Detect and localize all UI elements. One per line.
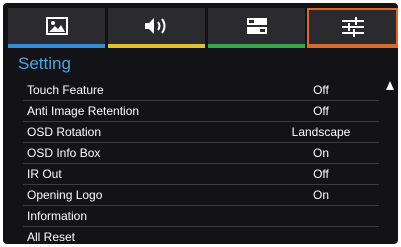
- setting-value: Off: [313, 167, 329, 181]
- setting-value: On: [312, 188, 329, 202]
- tab-picture[interactable]: [8, 8, 105, 48]
- settings-list: Touch Feature Off Anti Image Retention O…: [23, 80, 379, 244]
- osd-menu: Setting Touch Feature Off Anti Image Ret…: [3, 3, 398, 244]
- setting-row-touch-feature[interactable]: Touch Feature Off: [23, 80, 379, 101]
- section-title: Setting: [18, 54, 71, 73]
- tab-sound[interactable]: [108, 8, 205, 48]
- setting-value: Off: [313, 104, 329, 118]
- setting-row-anti-image-retention[interactable]: Anti Image Retention Off: [23, 101, 379, 122]
- triangle-up-icon[interactable]: [385, 80, 395, 92]
- setting-value: Off: [313, 83, 329, 97]
- setting-label: OSD Rotation: [27, 125, 102, 139]
- setting-row-all-reset[interactable]: All Reset: [23, 227, 379, 244]
- setting-label: Touch Feature: [27, 83, 104, 97]
- setting-row-ir-out[interactable]: IR Out Off: [23, 164, 379, 185]
- setting-label: Information: [27, 209, 88, 223]
- setting-row-opening-logo[interactable]: Opening Logo On: [23, 185, 379, 206]
- picture-icon: [45, 17, 68, 35]
- tab-bar: [3, 3, 398, 51]
- display-icon: [246, 18, 267, 34]
- setting-row-osd-info-box[interactable]: OSD Info Box On: [23, 143, 379, 164]
- setting-label: IR Out: [27, 167, 62, 181]
- tab-display[interactable]: [208, 8, 305, 48]
- setting-row-information[interactable]: Information: [23, 206, 379, 227]
- setting-row-osd-rotation[interactable]: OSD Rotation Landscape: [23, 122, 379, 143]
- sliders-icon: [341, 17, 364, 37]
- setting-label: Opening Logo: [27, 188, 103, 202]
- setting-value: On: [312, 146, 329, 160]
- tab-setting[interactable]: [307, 8, 398, 48]
- setting-label: OSD Info Box: [27, 146, 101, 160]
- speaker-icon: [144, 18, 165, 34]
- setting-label: All Reset: [27, 230, 76, 244]
- setting-label: Anti Image Retention: [27, 104, 140, 118]
- setting-value: Landscape: [291, 125, 351, 139]
